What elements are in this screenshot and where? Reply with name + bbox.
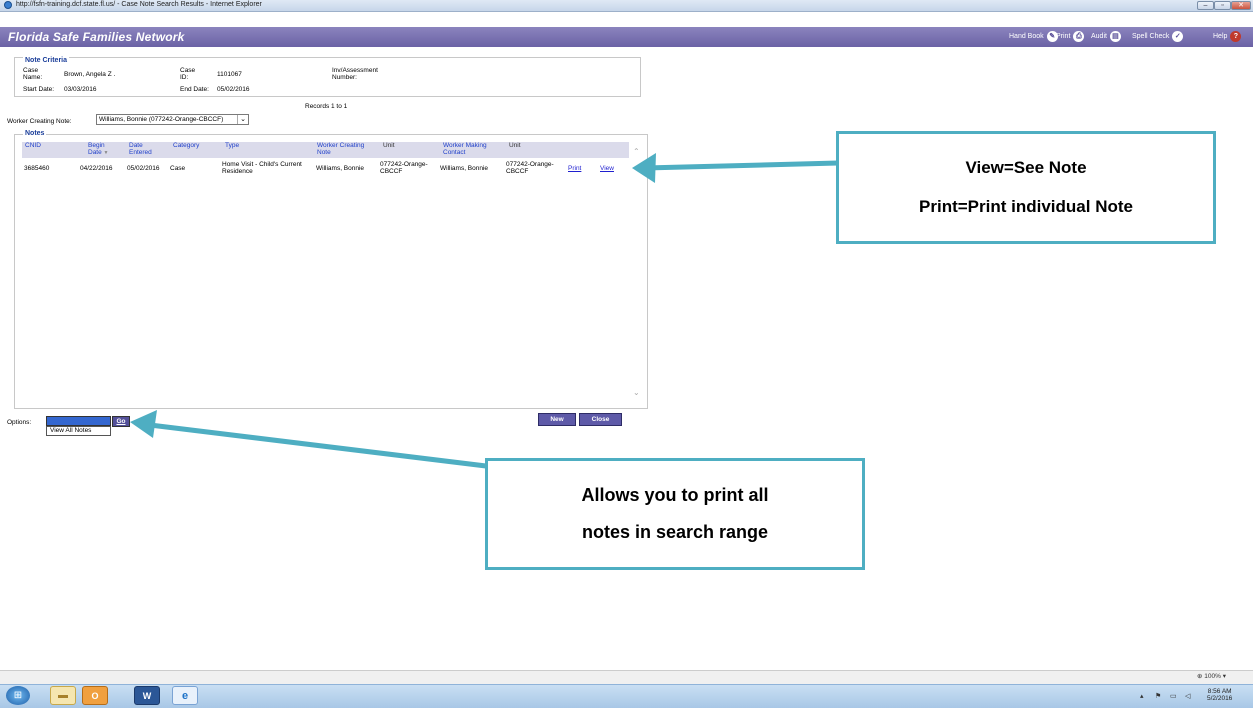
arrowhead-options [130,410,157,438]
flag-icon[interactable]: ⚑ [1155,692,1161,700]
options-callout-line1: Allows you to print all [581,485,769,505]
options-callout: Allows you to print all notes in search … [485,458,865,570]
arrowhead-view [632,153,656,183]
zoom-icon: ⊕ [1197,673,1203,680]
clock-date: 5/2/2016 [1207,695,1233,702]
folder-icon: ▬ [58,690,68,701]
chevron-down-icon: ▾ [1222,673,1226,680]
windows-logo-icon: ⊞ [13,690,23,701]
arrow-to-view-link [642,160,841,171]
tray-expand-icon[interactable]: ▴ [1140,692,1144,700]
volume-icon[interactable]: ◁ [1185,692,1190,700]
explorer-taskbar-button[interactable]: ▬ [50,686,76,705]
view-callout-line1: View=See Note [965,158,1087,177]
ie-taskbar-button[interactable]: e [172,686,198,705]
clock-time: 8:56 AM [1207,688,1232,695]
zoom-level: 100% [1204,673,1221,680]
start-button[interactable]: ⊞ [6,686,30,705]
internet-explorer-icon: e [181,689,189,702]
word-icon: W [142,690,152,701]
taskbar-clock[interactable]: 8:56 AM 5/2/2016 [1207,688,1232,702]
network-icon[interactable]: ▭ [1170,692,1177,700]
options-callout-line2: notes in search range [581,522,769,542]
word-taskbar-button[interactable]: W [134,686,160,705]
view-print-callout: View=See Note Print=Print individual Not… [836,131,1216,244]
browser-status-bar [0,670,1253,685]
outlook-taskbar-button[interactable]: O [82,686,108,705]
zoom-control[interactable]: ⊕ 100% ▾ [1197,672,1226,680]
view-callout-line2: Print=Print individual Note [919,197,1133,216]
outlook-icon: O [91,690,99,701]
arrow-to-options [147,422,489,469]
callout-arrows [130,153,841,469]
